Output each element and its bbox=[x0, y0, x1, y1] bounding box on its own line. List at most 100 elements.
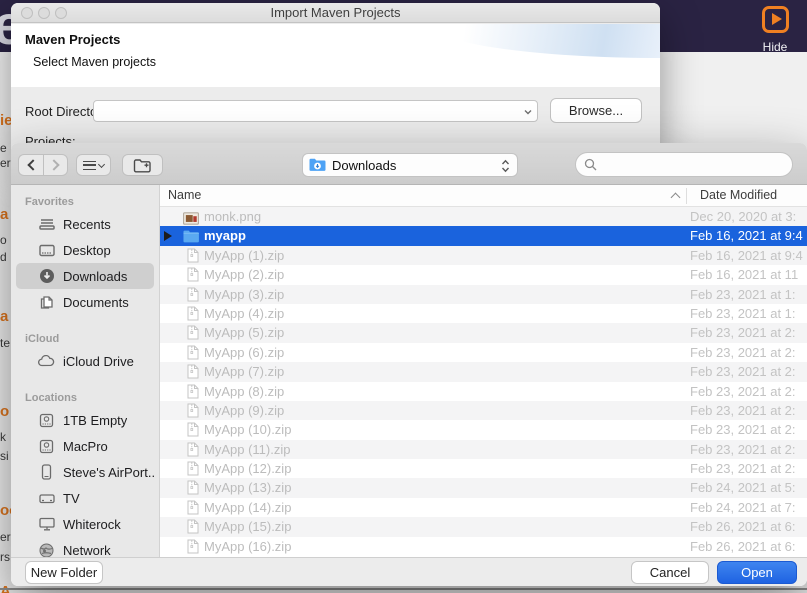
background-fragment: te bbox=[0, 336, 10, 350]
sidebar-item-documents[interactable]: Documents bbox=[16, 289, 154, 315]
new-folder-toolbar-button[interactable] bbox=[122, 154, 163, 176]
internal-drive-icon bbox=[38, 438, 55, 455]
search-input[interactable] bbox=[602, 157, 772, 172]
sidebar-item-whiterock[interactable]: Whiterock bbox=[16, 511, 154, 537]
file-row-zip[interactable]: MyApp (4).zip Feb 23, 2021 at 1: bbox=[160, 304, 807, 323]
file-row-zip[interactable]: MyApp (12).zip Feb 23, 2021 at 2: bbox=[160, 459, 807, 478]
open-button[interactable]: Open bbox=[717, 561, 797, 584]
file-row-zip[interactable]: MyApp (16).zip Feb 26, 2021 at 6: bbox=[160, 537, 807, 556]
desktop-icon bbox=[38, 242, 55, 259]
folder-icon bbox=[183, 229, 199, 244]
internal-drive-icon bbox=[38, 412, 55, 429]
sidebar-item-macpro[interactable]: MacPro bbox=[16, 433, 154, 459]
file-date: Feb 23, 2021 at 1: bbox=[690, 306, 796, 321]
file-dialog-toolbar: Downloads bbox=[11, 143, 807, 185]
sidebar-item-1tb-empty[interactable]: 1TB Empty bbox=[16, 407, 154, 433]
file-row-zip[interactable]: MyApp (3).zip Feb 23, 2021 at 1: bbox=[160, 285, 807, 304]
zip-file-icon bbox=[185, 364, 201, 379]
sidebar-item-tv[interactable]: TV bbox=[16, 485, 154, 511]
file-date: Feb 16, 2021 at 9:4 bbox=[690, 228, 803, 243]
sidebar-item-desktop[interactable]: Desktop bbox=[16, 237, 154, 263]
sidebar-section-favorites: Favorites bbox=[11, 191, 159, 211]
sidebar-item-downloads[interactable]: Downloads bbox=[16, 263, 154, 289]
sidebar-item-network[interactable]: Network bbox=[16, 537, 154, 557]
open-file-dialog: Downloads Favorites Recents bbox=[11, 143, 807, 586]
forward-button[interactable] bbox=[43, 154, 68, 176]
back-button[interactable] bbox=[18, 154, 43, 176]
file-date: Feb 26, 2021 at 6: bbox=[690, 519, 796, 534]
file-name: MyApp (8).zip bbox=[204, 384, 284, 399]
chevron-down-icon[interactable] bbox=[524, 108, 532, 116]
file-row-zip[interactable]: MyApp (2).zip Feb 16, 2021 at 11 bbox=[160, 265, 807, 284]
apple-tv-icon bbox=[38, 490, 55, 507]
zip-file-icon bbox=[185, 539, 201, 554]
file-row-zip[interactable]: MyApp (6).zip Feb 23, 2021 at 2: bbox=[160, 343, 807, 362]
column-divider[interactable] bbox=[686, 188, 687, 204]
zip-file-icon bbox=[185, 384, 201, 399]
stepper-chevrons-icon bbox=[501, 158, 510, 174]
zip-file-icon bbox=[185, 480, 201, 495]
sidebar-item-label: Desktop bbox=[63, 243, 111, 258]
navigation-buttons bbox=[18, 154, 68, 176]
file-row-zip[interactable]: MyApp (9).zip Feb 23, 2021 at 2: bbox=[160, 401, 807, 420]
sidebar-item-label: TV bbox=[63, 491, 80, 506]
view-mode-button[interactable] bbox=[76, 154, 111, 176]
file-date: Feb 23, 2021 at 2: bbox=[690, 461, 796, 476]
root-directory-combobox[interactable] bbox=[93, 100, 538, 122]
file-name: MyApp (16).zip bbox=[204, 539, 291, 554]
column-header-name[interactable]: Name bbox=[168, 188, 201, 202]
zip-file-icon bbox=[185, 500, 201, 515]
zip-file-icon bbox=[185, 519, 201, 534]
background-fragment: er bbox=[0, 530, 11, 544]
file-row-zip[interactable]: MyApp (1).zip Feb 16, 2021 at 9:4 bbox=[160, 246, 807, 265]
background-fragment: rs bbox=[0, 550, 10, 564]
root-directory-input[interactable] bbox=[98, 102, 508, 120]
file-row-zip[interactable]: MyApp (15).zip Feb 26, 2021 at 6: bbox=[160, 517, 807, 536]
disclosure-triangle-icon[interactable] bbox=[164, 231, 172, 241]
file-row-monk-png[interactable]: monk.png Dec 20, 2020 at 3: bbox=[160, 207, 807, 226]
location-popup[interactable]: Downloads bbox=[302, 153, 518, 177]
sidebar-item-steves-airport[interactable]: Steve's AirPort... bbox=[16, 459, 154, 485]
zip-file-icon bbox=[185, 461, 201, 476]
zip-file-icon bbox=[185, 325, 201, 340]
import-maven-projects-dialog: Import Maven Projects Maven Projects Sel… bbox=[11, 3, 660, 153]
background-fragment: si bbox=[0, 449, 9, 463]
file-date: Feb 24, 2021 at 5: bbox=[690, 480, 796, 495]
column-header-date-modified[interactable]: Date Modified bbox=[700, 188, 777, 202]
sidebar-item-icloud-drive[interactable]: iCloud Drive bbox=[16, 348, 154, 374]
file-name: MyApp (3).zip bbox=[204, 287, 284, 302]
file-name: monk.png bbox=[204, 209, 261, 224]
zip-file-icon bbox=[185, 403, 201, 418]
image-file-icon bbox=[183, 211, 199, 226]
sidebar-item-label: Whiterock bbox=[63, 517, 121, 532]
chevron-left-icon bbox=[27, 159, 38, 170]
file-rows: monk.png Dec 20, 2020 at 3: myapp Feb 16… bbox=[160, 207, 807, 557]
file-row-zip[interactable]: MyApp (7).zip Feb 23, 2021 at 2: bbox=[160, 362, 807, 381]
file-row-zip[interactable]: MyApp (11).zip Feb 23, 2021 at 2: bbox=[160, 440, 807, 459]
sidebar-item-recents[interactable]: Recents bbox=[16, 211, 154, 237]
dialog-titlebar[interactable]: Import Maven Projects bbox=[11, 3, 660, 23]
search-icon bbox=[584, 158, 597, 171]
display-icon bbox=[38, 516, 55, 533]
file-row-zip[interactable]: MyApp (8).zip Feb 23, 2021 at 2: bbox=[160, 382, 807, 401]
browse-button[interactable]: Browse... bbox=[550, 98, 642, 123]
file-date: Dec 20, 2020 at 3: bbox=[690, 209, 796, 224]
sidebar-item-label: Recents bbox=[63, 217, 111, 232]
sort-ascending-icon bbox=[671, 193, 681, 203]
new-folder-button[interactable]: New Folder bbox=[25, 561, 103, 584]
file-row-zip[interactable]: MyApp (5).zip Feb 23, 2021 at 2: bbox=[160, 323, 807, 342]
zip-file-icon bbox=[185, 287, 201, 302]
file-name: MyApp (1).zip bbox=[204, 248, 284, 263]
chevron-right-icon bbox=[48, 159, 59, 170]
file-name: MyApp (15).zip bbox=[204, 519, 291, 534]
search-field[interactable] bbox=[575, 152, 793, 177]
cancel-button[interactable]: Cancel bbox=[631, 561, 709, 584]
file-row-myapp-selected[interactable]: myapp Feb 16, 2021 at 9:4 bbox=[160, 226, 807, 245]
play-square-icon[interactable] bbox=[762, 6, 789, 33]
background-fragment: e bbox=[0, 141, 7, 155]
file-name: MyApp (5).zip bbox=[204, 325, 284, 340]
file-row-zip[interactable]: MyApp (13).zip Feb 24, 2021 at 5: bbox=[160, 478, 807, 497]
hide-control[interactable]: Hide bbox=[753, 6, 797, 54]
file-row-zip[interactable]: MyApp (14).zip Feb 24, 2021 at 7: bbox=[160, 498, 807, 517]
file-row-zip[interactable]: MyApp (10).zip Feb 23, 2021 at 2: bbox=[160, 420, 807, 439]
